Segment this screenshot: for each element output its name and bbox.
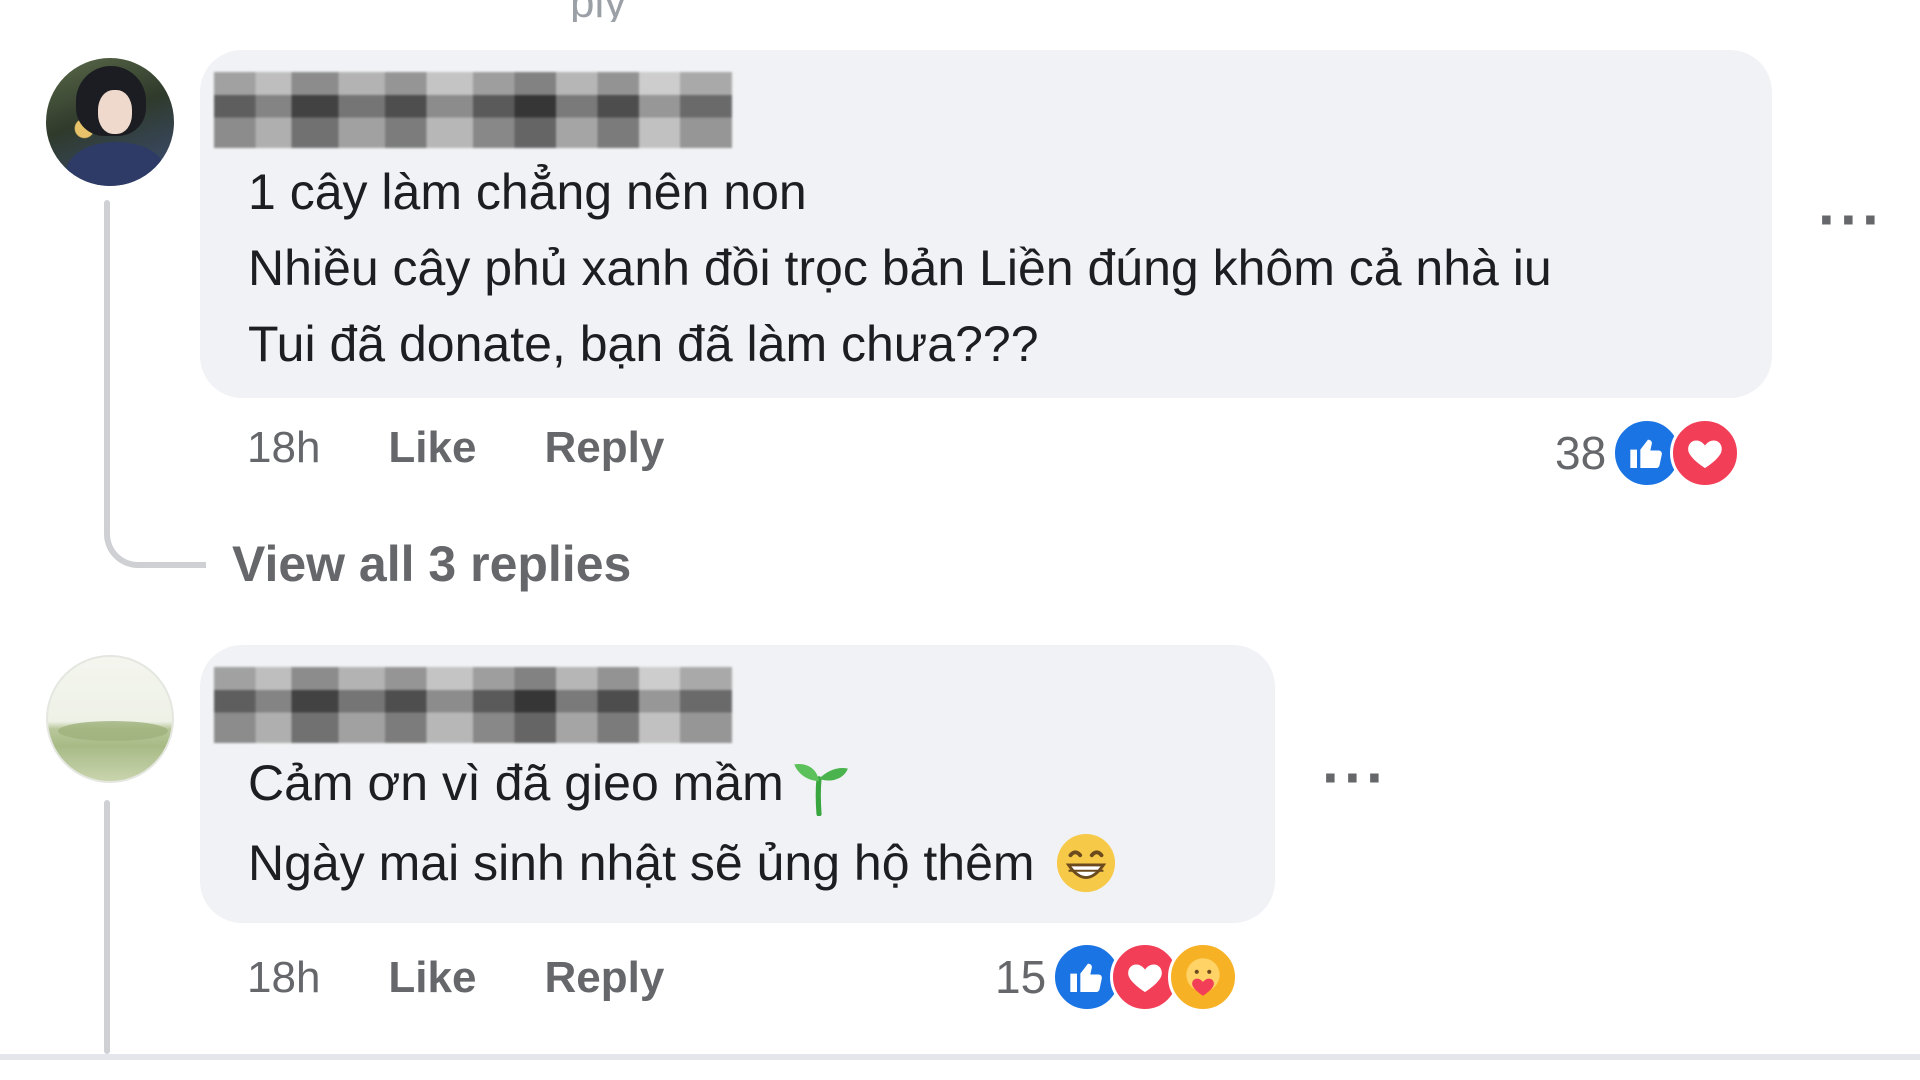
avatar-face xyxy=(98,90,132,134)
reactions-summary[interactable]: 15 xyxy=(995,942,1239,1012)
comment-text: Cảm ơn vì đã gieo mầm Ngày mai sinh nhật… xyxy=(248,743,1117,903)
previous-comment-fragment: ply xyxy=(570,0,650,22)
comment-time[interactable]: 18h xyxy=(247,953,320,1003)
comment-line-wrap: Cảm ơn vì đã gieo mầm xyxy=(248,743,1117,823)
comment-actions: 18h Like Reply xyxy=(247,953,664,1003)
view-replies-link[interactable]: View all 3 replies xyxy=(232,535,631,593)
comment-time[interactable]: 18h xyxy=(247,423,320,473)
comment-line: Cảm ơn vì đã gieo mầm xyxy=(248,755,784,811)
comment-line: Nhiều cây phủ xanh đồi trọc bản Liền đún… xyxy=(248,240,1552,296)
reactions-summary[interactable]: 38 xyxy=(1555,418,1741,488)
seedling-emoji-icon xyxy=(786,750,852,817)
reply-button[interactable]: Reply xyxy=(544,423,664,473)
reply-connector-line xyxy=(104,470,206,568)
comment-line-wrap: Ngày mai sinh nhật sẽ ủng hộ thêm xyxy=(248,823,1117,903)
more-options-button[interactable]: ··· xyxy=(1818,190,1884,250)
comment-line: 1 cây làm chẳng nên non xyxy=(248,164,807,220)
like-button[interactable]: Like xyxy=(388,953,476,1003)
reply-button[interactable]: Reply xyxy=(544,953,664,1003)
thread-line xyxy=(104,200,110,480)
comment-line: Ngày mai sinh nhật sẽ ủng hộ thêm xyxy=(248,835,1035,891)
comment-actions: 18h Like Reply xyxy=(247,423,664,473)
comment-bubble: Cảm ơn vì đã gieo mầm Ngày mai sinh nhật… xyxy=(200,645,1275,923)
more-options-button[interactable]: ··· xyxy=(1322,748,1388,808)
reaction-count: 15 xyxy=(995,951,1047,1003)
grinning-face-emoji-icon xyxy=(1055,832,1117,894)
reaction-count: 38 xyxy=(1555,427,1607,479)
avatar-landscape xyxy=(58,721,168,741)
comment-bubble: 1 cây làm chẳng nên non Nhiều cây phủ xa… xyxy=(200,50,1772,398)
comment-text: 1 cây làm chẳng nên non Nhiều cây phủ xa… xyxy=(248,154,1552,382)
care-icon xyxy=(1168,942,1239,1012)
author-name-blurred[interactable] xyxy=(214,72,732,148)
thread-line xyxy=(104,800,110,1054)
avatar[interactable] xyxy=(46,655,174,783)
author-name-blurred[interactable] xyxy=(214,667,732,743)
previous-comment-text: ply xyxy=(570,0,626,22)
love-icon xyxy=(1670,418,1741,488)
avatar[interactable] xyxy=(46,58,174,186)
comment-line: Tui đã donate, bạn đã làm chưa??? xyxy=(248,316,1039,372)
avatar-body xyxy=(66,142,166,186)
like-button[interactable]: Like xyxy=(388,423,476,473)
divider xyxy=(0,1054,1920,1060)
